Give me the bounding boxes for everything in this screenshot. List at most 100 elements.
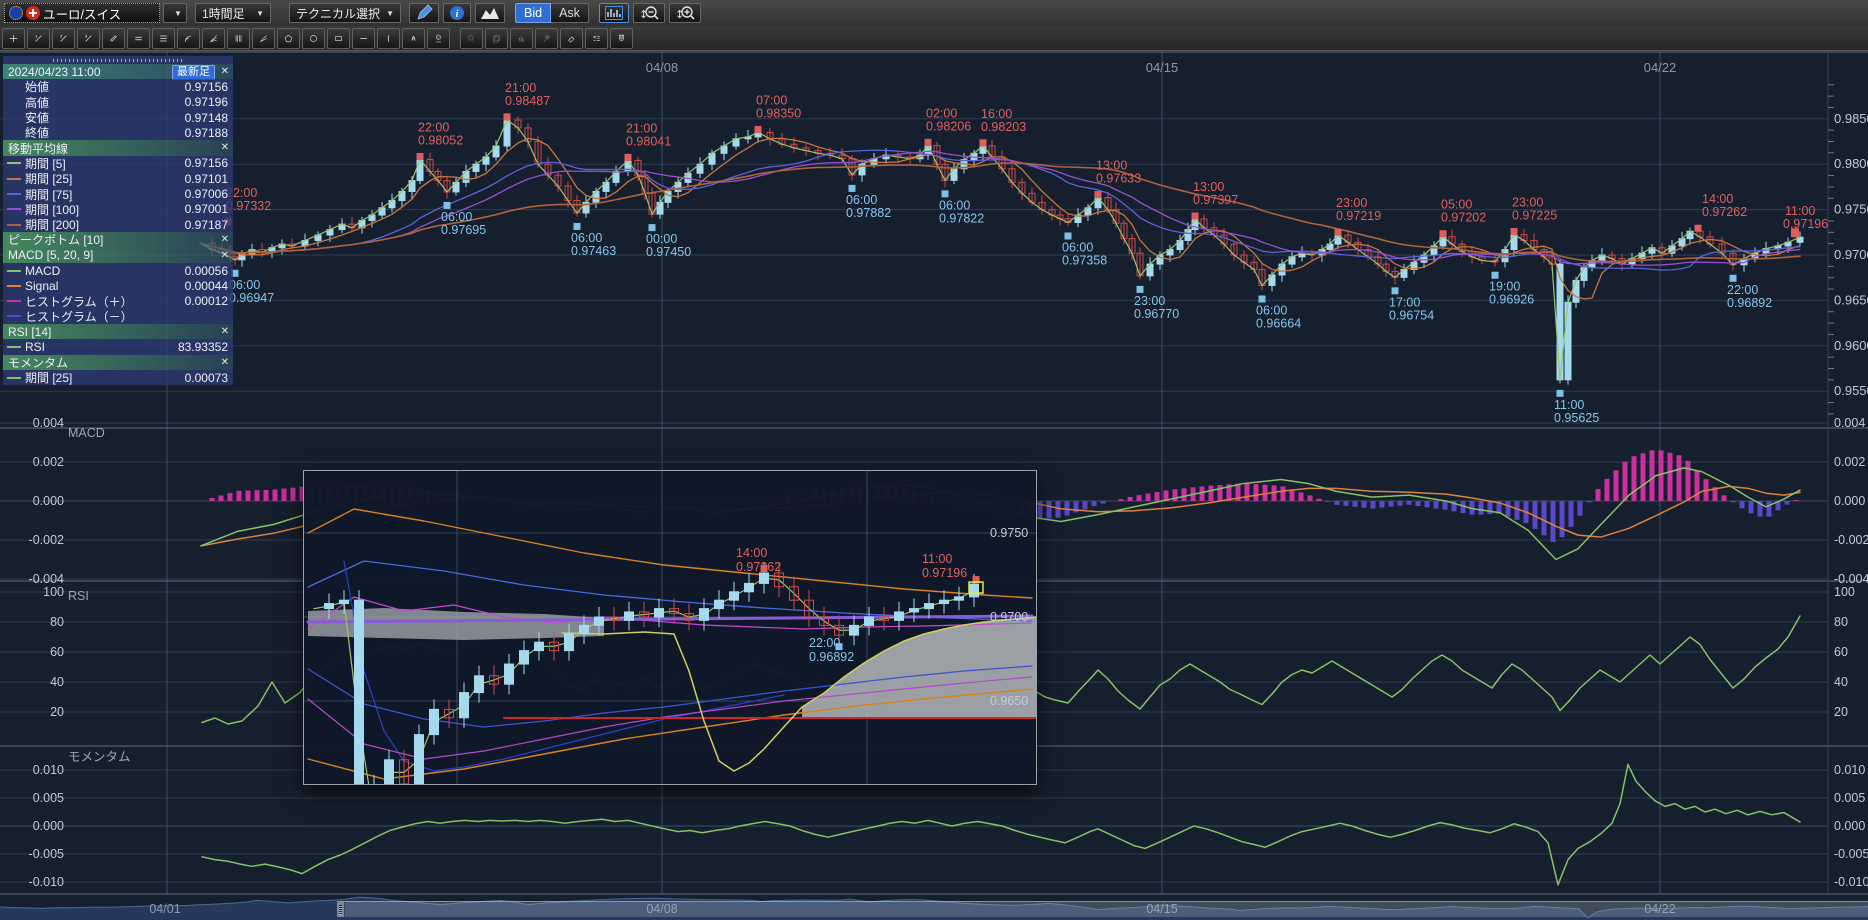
svg-text:14:00: 14:00 xyxy=(1702,192,1733,206)
close-icon[interactable]: ✕ xyxy=(221,141,229,154)
circle-icon[interactable] xyxy=(302,28,325,49)
close-icon[interactable]: ✕ xyxy=(221,249,229,262)
time-shift-icon xyxy=(467,28,476,49)
bid-button[interactable]: Bid xyxy=(515,3,551,23)
zoom-in-button[interactable]: ↕ xyxy=(669,3,701,23)
svg-text:0.000: 0.000 xyxy=(33,819,64,833)
close-icon[interactable]: ✕ xyxy=(221,233,229,246)
emoji-stamp-icon[interactable]: ICON xyxy=(427,28,450,49)
ruler-icon[interactable] xyxy=(102,28,125,49)
row-ma25: 期間 [25]0.97101 xyxy=(3,171,233,186)
draw-pencil-button[interactable] xyxy=(409,3,439,23)
latest-bar-button[interactable]: 最新足 xyxy=(172,65,215,80)
row-hist-minus: ヒストグラム（－） xyxy=(3,309,233,324)
ask-button[interactable]: Ask xyxy=(551,3,589,23)
svg-text:0.004: 0.004 xyxy=(1834,416,1865,430)
rectangle-icon[interactable] xyxy=(327,28,350,49)
row-signal-value: 0.00044 xyxy=(185,279,228,293)
parallel-lines-icon[interactable] xyxy=(127,28,150,49)
currency-pair-selector[interactable]: ユーロ/スイス xyxy=(4,3,160,23)
fx-chart-app: ユーロ/スイス ▼ 1時間足▼ テクニカル選択▼ i Bid Ask ↕ ↕ 1… xyxy=(0,0,1868,920)
svg-text:16:00: 16:00 xyxy=(981,107,1012,121)
svg-text:17:00: 17:00 xyxy=(1389,295,1420,309)
magnet-icon[interactable] xyxy=(610,28,633,49)
eraser-icon[interactable] xyxy=(560,28,583,49)
row-ma25-value: 0.97101 xyxy=(185,172,228,186)
wrench-icon xyxy=(535,28,558,49)
main-toolbar: ユーロ/スイス ▼ 1時間足▼ テクニカル選択▼ i Bid Ask ↕ ↕ xyxy=(0,0,1868,26)
info-button[interactable]: i xyxy=(443,3,471,23)
svg-text:0.005: 0.005 xyxy=(1834,791,1865,805)
pair-dropdown-button[interactable]: ▼ xyxy=(163,3,187,23)
close-icon[interactable]: ✕ xyxy=(221,356,229,369)
fibonacci-timezone-icon xyxy=(234,28,243,49)
close-icon[interactable]: ✕ xyxy=(221,65,229,78)
svg-text:06:00: 06:00 xyxy=(571,231,602,245)
svg-text:100: 100 xyxy=(43,585,64,599)
settings-list-icon[interactable] xyxy=(585,28,608,49)
crosshair-icon[interactable] xyxy=(2,28,25,49)
svg-text:0.9750: 0.9750 xyxy=(1834,202,1868,217)
pentagon-icon[interactable] xyxy=(277,28,300,49)
svg-text:0.96892: 0.96892 xyxy=(809,650,854,664)
svg-text:0.97202: 0.97202 xyxy=(1441,211,1486,225)
svg-text:11:00: 11:00 xyxy=(922,552,952,566)
svg-text:0.98487: 0.98487 xyxy=(505,94,550,108)
row-momentum-period-value: 0.00073 xyxy=(185,371,228,385)
svg-text:06:00: 06:00 xyxy=(441,210,472,224)
speed-line-icon[interactable] xyxy=(252,28,275,49)
panel-drag-grip[interactable] xyxy=(3,56,233,64)
vertical-line-icon[interactable] xyxy=(377,28,400,49)
svg-text:19:00: 19:00 xyxy=(1489,280,1520,294)
svg-text:0.98052: 0.98052 xyxy=(418,133,463,147)
trend-line-2-icon[interactable]: 2 xyxy=(52,28,75,49)
svg-text:2: 2 xyxy=(60,34,62,38)
ruler-icon xyxy=(109,28,118,49)
fibonacci-timezone-icon[interactable] xyxy=(227,28,250,49)
row-ma100-color-swatch xyxy=(7,208,21,210)
text-icon[interactable]: A xyxy=(402,28,425,49)
mini-chart-icon xyxy=(605,6,623,20)
fibonacci-arc-icon[interactable] xyxy=(177,28,200,49)
svg-text:05:00: 05:00 xyxy=(1441,198,1472,212)
row-close: 終値0.97188 xyxy=(3,125,233,140)
row-datetime: 2024/04/23 11:00最新足✕ xyxy=(3,64,233,79)
pencil-icon xyxy=(415,4,433,22)
zoom-out-button[interactable]: ↕ xyxy=(633,3,665,23)
row-signal-color-swatch xyxy=(7,285,21,287)
trend-line-1-icon[interactable]: 1 xyxy=(27,28,50,49)
row-ma75: 期間 [75]0.97006 xyxy=(3,186,233,201)
chart-type-button[interactable] xyxy=(475,3,505,23)
svg-text:40: 40 xyxy=(50,675,64,689)
row-macd-header: MACD [5, 20, 9]✕ xyxy=(3,248,233,263)
svg-text:ICON: ICON xyxy=(436,41,441,43)
fibonacci-fan-icon xyxy=(209,28,218,49)
wrench-icon xyxy=(542,28,551,49)
scrollbar-grip-icon[interactable] xyxy=(337,902,345,917)
svg-text:06:00: 06:00 xyxy=(939,198,970,212)
horizontal-line-icon[interactable] xyxy=(352,28,375,49)
fibonacci-retracement-icon[interactable] xyxy=(152,28,175,49)
row-ma200: 期間 [200]0.97187 xyxy=(3,217,233,232)
rectangle-icon xyxy=(334,28,343,49)
svg-text:0.000: 0.000 xyxy=(33,494,64,508)
close-icon[interactable]: ✕ xyxy=(221,325,229,338)
trend-line-3-icon[interactable]: 3 xyxy=(77,28,100,49)
svg-text:0.9600: 0.9600 xyxy=(1834,338,1868,353)
fibonacci-fan-icon[interactable] xyxy=(202,28,225,49)
svg-text:0.97219: 0.97219 xyxy=(1336,209,1381,223)
svg-text:0.97397: 0.97397 xyxy=(1193,193,1238,207)
horizontal-line-icon xyxy=(359,28,368,49)
svg-text:02:00: 02:00 xyxy=(926,106,957,120)
svg-text:0.97463: 0.97463 xyxy=(571,244,616,258)
svg-text:0.96947: 0.96947 xyxy=(229,291,274,305)
chart-window-button[interactable] xyxy=(599,3,629,23)
technical-select[interactable]: テクニカル選択▼ xyxy=(289,3,401,23)
row-signal-label: Signal xyxy=(25,279,58,293)
row-open: 始値0.97156 xyxy=(3,79,233,94)
timeframe-select[interactable]: 1時間足▼ xyxy=(195,3,271,23)
svg-text:0.97633: 0.97633 xyxy=(1096,172,1141,186)
zoom-overlay-window[interactable]: 0.97500.97000.965014:000.9726211:000.971… xyxy=(303,470,1037,785)
chart-scrollbar-handle[interactable] xyxy=(337,901,1868,917)
row-ma-header: 移動平均線✕ xyxy=(3,140,233,155)
